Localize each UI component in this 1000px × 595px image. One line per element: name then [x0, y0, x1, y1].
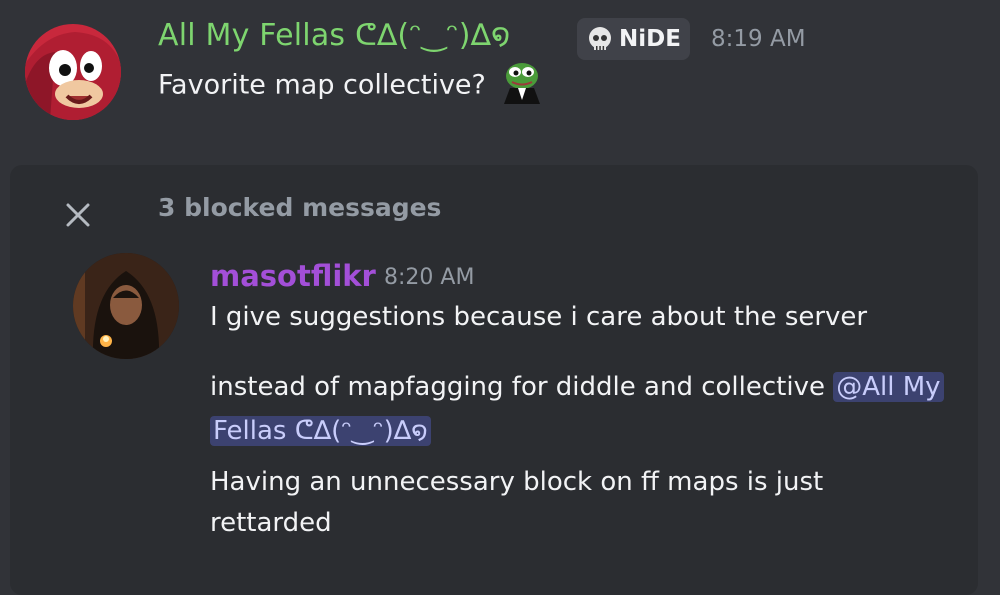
- avatar[interactable]: [25, 24, 121, 120]
- timestamp: 8:20 AM: [384, 265, 475, 290]
- hooded-figure-avatar-icon: [73, 253, 179, 359]
- message-line: Fellas ᕦ∆(ᵔ‿ᵔ)∆໑: [210, 416, 431, 446]
- user-mention[interactable]: @All My: [833, 372, 944, 402]
- server-tag[interactable]: NiDE: [577, 18, 690, 60]
- timestamp: 8:19 AM: [711, 26, 806, 52]
- close-icon[interactable]: [60, 197, 96, 233]
- message-line: Having an unnecessary block on ff maps i…: [210, 467, 824, 497]
- message-text-content: Favorite map collective?: [158, 69, 486, 101]
- message-line: I give suggestions because i care about …: [210, 302, 868, 332]
- message-line-text: instead of mapfagging for diddle and col…: [210, 372, 834, 402]
- tag-label: NiDE: [619, 26, 681, 52]
- message-text: Favorite map collective?: [158, 63, 544, 108]
- avatar[interactable]: [73, 253, 179, 359]
- knuckles-avatar-icon: [25, 24, 121, 120]
- message-line: instead of mapfagging for diddle and col…: [210, 372, 944, 402]
- blocked-messages-label[interactable]: 3 blocked messages: [158, 193, 441, 222]
- skull-icon: [589, 27, 611, 50]
- message-1: All My Fellas ᕦ∆(ᵔ‿ᵔ)∆໑ NiDE 8:19 AM Fav…: [0, 0, 1000, 150]
- author-name[interactable]: All My Fellas ᕦ∆(ᵔ‿ᵔ)∆໑: [158, 18, 510, 53]
- pepe-tuxedo-icon[interactable]: [500, 60, 544, 104]
- message-line: rettarded: [210, 508, 332, 538]
- author-name[interactable]: masotflikr: [210, 259, 376, 293]
- user-mention[interactable]: Fellas ᕦ∆(ᵔ‿ᵔ)∆໑: [210, 416, 431, 446]
